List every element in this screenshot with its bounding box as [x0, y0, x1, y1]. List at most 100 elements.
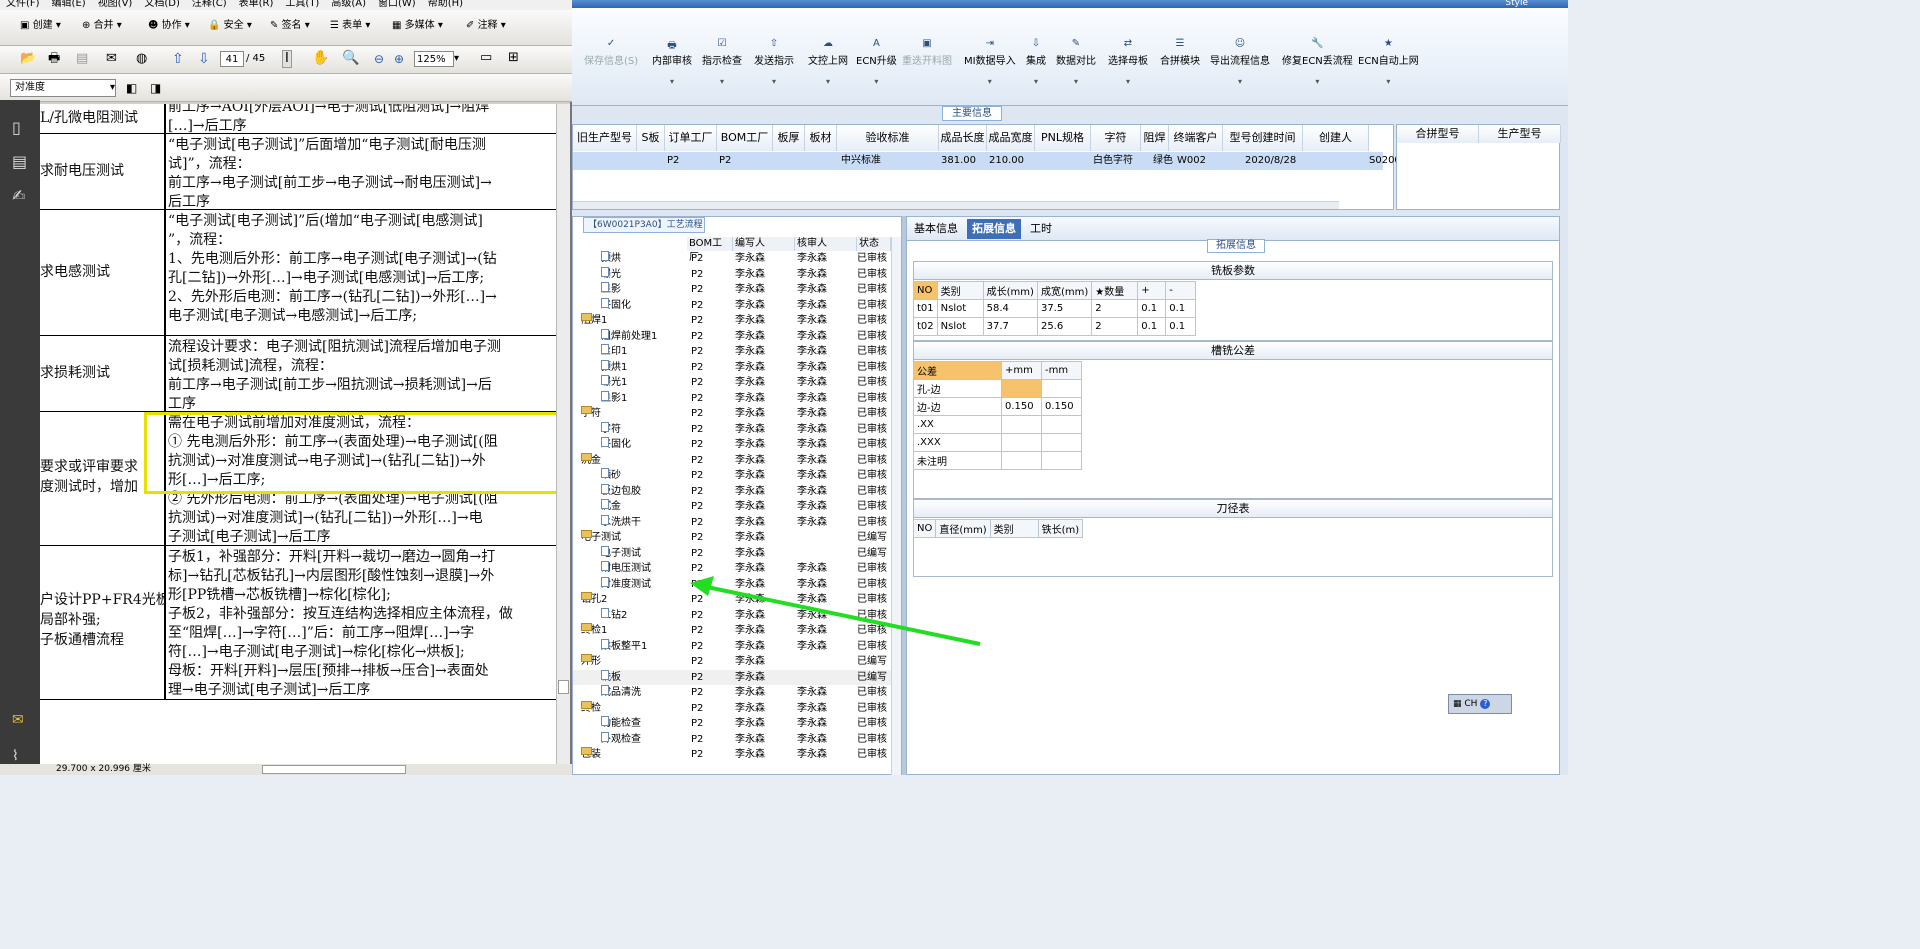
menu-item[interactable]: 文档(D): [144, 0, 180, 9]
attachments-icon[interactable]: ⌇: [12, 748, 19, 764]
combine-button[interactable]: ⊕ 合并 ▾: [82, 18, 122, 34]
tree-node[interactable]: 阻焊前处理1: [601, 328, 657, 344]
table-cell[interactable]: [1001, 379, 1042, 398]
grid-header[interactable]: 字符: [1091, 125, 1141, 151]
table-cell[interactable]: Nslot: [936, 299, 984, 318]
table-row[interactable]: 未注明: [913, 451, 1082, 470]
grid-header[interactable]: 合拼型号: [1397, 125, 1479, 143]
ribbon-button[interactable]: ✎ 数据对比 ▾: [1056, 38, 1096, 86]
hand-tool-icon[interactable]: ✋: [312, 50, 329, 66]
table-cell[interactable]: .XX: [913, 415, 1002, 434]
table-row[interactable]: 边-边 0.150 0.150: [913, 397, 1082, 416]
tree-row[interactable]: 丝印1 P2 李永森 李永森 已审核: [573, 344, 891, 360]
tree-row[interactable]: 曝光 P2 李永森 李永森 已审核: [573, 266, 891, 283]
tree-node[interactable]: 终检: [581, 700, 601, 716]
ribbon-button[interactable]: ⇥ MI数据导入 ▾: [964, 38, 1016, 86]
comment-button[interactable]: ✐ 注释 ▾: [466, 18, 506, 34]
grid-header[interactable]: 终端客户代码: [1169, 125, 1223, 151]
ribbon-button[interactable]: ☺ 导出流程信息 ▾: [1210, 38, 1270, 86]
ribbon-button[interactable]: ★ ECN自动上网 ▾: [1358, 38, 1419, 86]
print-icon[interactable]: 🖶: [48, 51, 60, 67]
web-icon[interactable]: ◍: [136, 51, 147, 67]
menu-item[interactable]: 编辑(E): [52, 0, 86, 9]
tree-node[interactable]: 对准度测试: [601, 576, 651, 592]
save-icon[interactable]: ▤: [76, 51, 88, 67]
tab-basic[interactable]: 基本信息: [909, 219, 963, 239]
splitter[interactable]: [902, 216, 906, 775]
tree-row[interactable]: 晒砂 P2 李永森 李永森 已审核: [573, 468, 891, 484]
zoom-in-icon[interactable]: ⊕: [394, 51, 404, 67]
chevron-down-icon[interactable]: ▾: [1108, 77, 1148, 86]
ribbon-button[interactable]: 🖶 内部审核 ▾: [652, 38, 692, 86]
signatures-icon[interactable]: ✍: [12, 186, 25, 205]
fit-width-icon[interactable]: ⊞: [508, 50, 519, 66]
table-cell[interactable]: 0.1: [1137, 317, 1167, 336]
tree-node[interactable]: 外形: [581, 654, 601, 669]
document-scrollbar[interactable]: [556, 104, 570, 764]
forms-button[interactable]: ☰ 表单 ▾: [330, 18, 370, 34]
horizontal-scroll-thumb[interactable]: [262, 765, 406, 774]
tree-row[interactable]: 终固化 P2 李永森 李永森 已审核: [573, 437, 891, 453]
menu-item[interactable]: 帮助(H): [428, 0, 463, 9]
chevron-down-icon[interactable]: ▾: [1210, 77, 1270, 86]
table-row[interactable]: t02 Nslot 37.7 25.6 2 0.1 0.1: [913, 317, 1197, 336]
grid-header[interactable]: S板: [637, 125, 665, 151]
chevron-down-icon[interactable]: ▾: [964, 77, 1016, 86]
chevron-down-icon[interactable]: ▾: [652, 77, 692, 86]
tree-node[interactable]: 晒砂: [601, 468, 621, 483]
tree-row[interactable]: 铣板 P2 李永森 已编写: [573, 669, 891, 685]
open-icon[interactable]: 📂: [20, 51, 36, 67]
tree-node[interactable]: 阻焊1: [581, 313, 607, 328]
table-cell[interactable]: t02: [913, 317, 938, 336]
table-cell[interactable]: [1001, 415, 1042, 434]
tree-node[interactable]: 终检1: [581, 623, 607, 638]
tree-row[interactable]: 阻焊1 P2 李永森 李永森 已审核: [573, 313, 891, 329]
find-next-icon[interactable]: ◨: [150, 80, 161, 96]
table-cell[interactable]: [1041, 379, 1082, 398]
tab-extended[interactable]: 拓展信息: [967, 219, 1021, 239]
table-cell[interactable]: 2: [1091, 299, 1139, 318]
tree-row[interactable]: 阻焊前处理1 P2 李永森 李永森 已审核: [573, 328, 891, 345]
table-cell[interactable]: 58.4: [982, 299, 1038, 318]
table-row[interactable]: 孔-边: [913, 379, 1082, 398]
ribbon-button[interactable]: ☁ 文控上网 ▾: [808, 38, 848, 86]
chevron-down-icon[interactable]: ▾: [1026, 77, 1046, 86]
grid-header[interactable]: 成品长度: [939, 125, 987, 151]
tree-row[interactable]: 预烘 P2 李永森 李永森 已审核: [573, 251, 891, 267]
tree-row[interactable]: 字符 P2 李永森 李永森 已审核: [573, 406, 891, 422]
table-row[interactable]: t01 Nslot 58.4 37.5 2 0.1 0.1: [913, 299, 1197, 318]
page-number-input[interactable]: 41: [220, 51, 244, 67]
tree-node[interactable]: 曝光1: [601, 375, 627, 390]
help-icon[interactable]: ?: [1480, 699, 1491, 709]
style-label[interactable]: Style: [1505, 0, 1528, 8]
tree-node[interactable]: 显影1: [601, 390, 627, 406]
grid-header[interactable]: 创建人: [1303, 125, 1369, 151]
next-page-icon[interactable]: ⇩: [198, 51, 210, 67]
table-cell[interactable]: 25.6: [1036, 317, 1093, 336]
ribbon-button[interactable]: ☑ 指示检查 ▾: [702, 38, 742, 86]
chevron-down-icon[interactable]: ▾: [1358, 77, 1419, 86]
ime-indicator[interactable]: ▦ CH ?: [1448, 694, 1512, 714]
tree-node[interactable]: 字符: [601, 421, 621, 437]
tree-row[interactable]: 电子测试 P2 李永森 已编写: [573, 530, 891, 546]
tree-node[interactable]: 终固化: [601, 437, 631, 452]
tree-node[interactable]: 铣板: [601, 669, 621, 685]
table-cell[interactable]: 0.1: [1165, 299, 1197, 318]
grid-header[interactable]: 生产型号: [1479, 125, 1561, 143]
tree-row[interactable]: 包装 P2 李永森 李永森 已审核: [573, 747, 891, 763]
table-cell[interactable]: 2: [1091, 317, 1139, 336]
grid-header[interactable]: PNL规格: [1035, 125, 1091, 151]
email-icon[interactable]: ✉: [106, 51, 117, 67]
grid-header[interactable]: 板材: [805, 125, 837, 151]
ribbon-button[interactable]: ▣ 重迭开料图: [902, 38, 952, 67]
zoom-out-icon[interactable]: ⊖: [374, 51, 384, 67]
tree-scrollbar[interactable]: [891, 237, 901, 775]
menu-item[interactable]: 工具(T): [285, 0, 319, 9]
tree-row[interactable]: 电子测试 P2 李永森 已编写: [573, 545, 891, 562]
zoom-input[interactable]: 125%: [414, 51, 454, 67]
select-tool-icon[interactable]: I: [282, 50, 292, 68]
menu-item[interactable]: 注释(C): [192, 0, 227, 9]
tree-node[interactable]: 外观检查: [601, 731, 641, 747]
grid-header[interactable]: 型号创建时间: [1223, 125, 1303, 151]
ribbon-button[interactable]: ⇄ 选择母板 ▾: [1108, 38, 1148, 86]
